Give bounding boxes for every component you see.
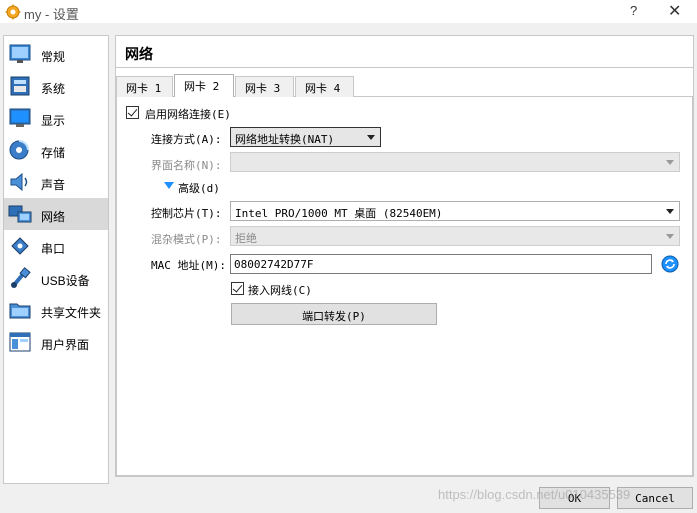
attached-to-select[interactable]: 网络地址转换(NAT): [230, 127, 381, 147]
sidebar-item-label: USB设备: [41, 274, 90, 288]
sidebar-item-shared-folders[interactable]: 共享文件夹: [4, 294, 108, 326]
window-title: my - 设置: [24, 7, 79, 22]
serial-port-icon: [11, 237, 29, 255]
system-icon: [10, 76, 30, 96]
expand-triangle-icon[interactable]: [164, 182, 174, 189]
mac-address-label: MAC 地址(M):: [151, 259, 226, 272]
interface-name-select[interactable]: [230, 152, 680, 172]
sidebar-item-label: 串口: [41, 242, 66, 256]
settings-sidebar: 常规 系统 显示 存储 声音 网络 串口 USB设备 共享文件夹 用户界面: [3, 35, 109, 484]
general-icon: [9, 44, 31, 63]
chevron-down-icon: [367, 135, 375, 140]
tab-adapter-3[interactable]: 网卡 3: [235, 76, 294, 97]
interface-name-label: 界面名称(N):: [151, 159, 222, 172]
promiscuous-mode-value: 拒绝: [235, 232, 257, 245]
sidebar-item-system[interactable]: 系统: [4, 70, 108, 102]
chevron-down-icon: [666, 234, 674, 239]
adapter-type-select[interactable]: Intel PRO/1000 MT 桌面 (82540EM): [230, 201, 680, 221]
page-header: 网络: [115, 35, 694, 68]
help-button[interactable]: ?: [630, 3, 637, 18]
sidebar-item-network[interactable]: 网络: [4, 198, 108, 230]
sidebar-item-audio[interactable]: 声音: [4, 166, 108, 198]
mac-address-value: 08002742D77F: [234, 258, 314, 271]
usb-icon: [11, 267, 31, 288]
chevron-down-icon: [666, 209, 674, 214]
close-button[interactable]: ✕: [668, 1, 681, 21]
adapter-type-label: 控制芯片(T):: [151, 207, 222, 220]
cable-connected-checkbox[interactable]: [231, 282, 244, 295]
network-icon: [8, 205, 32, 223]
tab-adapter-4[interactable]: 网卡 4: [295, 76, 354, 97]
title-bar: my - 设置 ? ✕: [0, 0, 697, 24]
tab-adapter-1[interactable]: 网卡 1: [116, 76, 173, 97]
enable-adapter-checkbox[interactable]: [126, 106, 139, 119]
promiscuous-mode-label: 混杂模式(P):: [151, 233, 222, 246]
sidebar-item-label: 声音: [41, 178, 66, 192]
attached-to-label: 连接方式(A):: [151, 133, 222, 146]
sidebar-item-user-interface[interactable]: 用户界面: [4, 326, 108, 358]
adapter-type-value: Intel PRO/1000 MT 桌面 (82540EM): [235, 207, 443, 220]
user-interface-icon: [9, 332, 31, 352]
enable-adapter-label: 启用网络连接(E): [145, 108, 231, 121]
page-title: 网络: [125, 46, 153, 62]
attached-to-value: 网络地址转换(NAT): [235, 133, 335, 146]
audio-icon: [10, 172, 28, 192]
mac-address-input[interactable]: 08002742D77F: [230, 254, 652, 274]
sidebar-item-label: 网络: [41, 210, 66, 224]
shared-folder-icon: [9, 303, 31, 319]
sidebar-item-serial-port[interactable]: 串口: [4, 230, 108, 262]
watermark: https://blog.csdn.net/u010435539: [438, 487, 631, 502]
sidebar-item-label: 存储: [41, 146, 66, 160]
sidebar-item-usb[interactable]: USB设备: [4, 262, 108, 294]
advanced-toggle[interactable]: 高级(d): [178, 180, 220, 196]
promiscuous-mode-select[interactable]: 拒绝: [230, 226, 680, 246]
sidebar-item-label: 系统: [41, 82, 66, 96]
sidebar-item-storage[interactable]: 存储: [4, 134, 108, 166]
virtualbox-app-icon: [5, 4, 21, 20]
chevron-down-icon: [666, 160, 674, 165]
sidebar-item-label: 共享文件夹: [41, 306, 102, 320]
display-icon: [9, 108, 31, 127]
sidebar-item-label: 用户界面: [41, 338, 90, 352]
tab-adapter-2[interactable]: 网卡 2: [174, 74, 234, 97]
sidebar-item-label: 常规: [41, 50, 66, 64]
cable-connected-label: 接入网线(C): [248, 284, 312, 297]
refresh-mac-icon[interactable]: [661, 255, 679, 273]
storage-icon: [9, 140, 29, 160]
port-forwarding-button[interactable]: 端口转发(P): [231, 303, 437, 325]
sidebar-item-label: 显示: [41, 114, 66, 128]
sidebar-item-general[interactable]: 常规: [4, 38, 108, 70]
sidebar-item-display[interactable]: 显示: [4, 102, 108, 134]
